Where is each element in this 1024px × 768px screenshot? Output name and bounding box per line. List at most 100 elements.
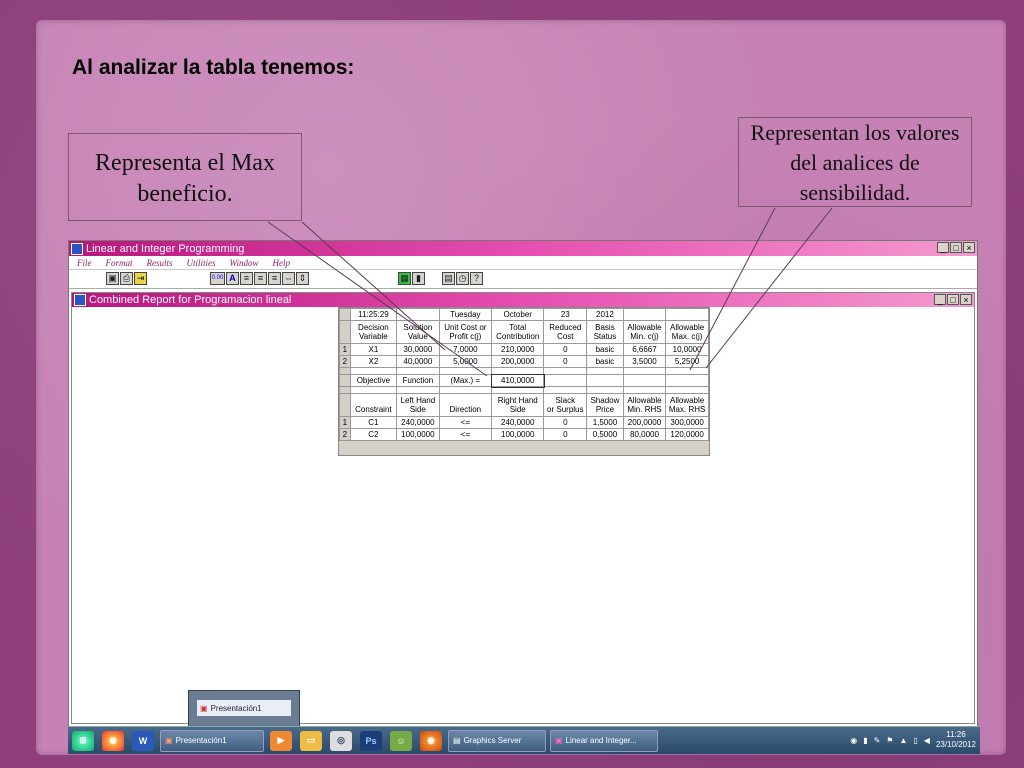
maximize-button[interactable]: □ [950, 242, 962, 253]
clock[interactable]: 11:26 23/10/2012 [936, 730, 976, 750]
table-icon[interactable]: ▤ [442, 272, 455, 285]
start-button-icon[interactable]: ⊞ [72, 730, 94, 751]
disc-icon[interactable]: ◎ [330, 730, 352, 751]
objective-label-cell[interactable]: Objective [349, 374, 398, 387]
table-cell[interactable]: X2 [349, 355, 398, 368]
header-cell[interactable]: Allowable Min. RHS [622, 393, 667, 417]
header-cell[interactable]: Constraint [349, 393, 398, 417]
header-cell[interactable]: Allowable Max. c(j) [665, 320, 709, 344]
table-cell[interactable]: <= [438, 428, 493, 441]
table-cell[interactable]: C2 [349, 428, 398, 441]
day-cell[interactable]: 23 [543, 308, 588, 321]
table-cell[interactable]: 100,0000 [490, 428, 545, 441]
table-cell[interactable]: 6,6667 [622, 343, 667, 356]
tray-battery-icon[interactable]: ▯ [913, 736, 917, 745]
table-cell[interactable]: 0 [543, 428, 588, 441]
date-blank-cell[interactable] [396, 308, 440, 321]
date-blank-cell[interactable] [665, 308, 709, 321]
table-cell[interactable]: 40,0000 [396, 355, 440, 368]
table-cell[interactable]: 0,5000 [586, 428, 624, 441]
report-minimize-button[interactable]: _ [934, 294, 946, 305]
time-cell[interactable]: 11:25:29 [349, 308, 398, 321]
table-cell[interactable]: basic [586, 343, 624, 356]
word-icon[interactable]: W [132, 730, 154, 751]
chrome-icon[interactable]: ◉ [102, 730, 124, 751]
table-cell[interactable]: X1 [349, 343, 398, 356]
table-cell[interactable]: 120,0000 [665, 428, 709, 441]
table-cell[interactable]: 7,0000 [438, 343, 493, 356]
task-button-presentation[interactable]: ▣ Presentación1 [160, 729, 264, 752]
task-button-graphics[interactable]: ▤ Graphics Server [448, 729, 546, 752]
table-cell[interactable]: 1,5000 [586, 416, 624, 429]
tray-flag-icon[interactable]: ⚑ [886, 736, 893, 745]
table-cell[interactable]: 210,0000 [490, 343, 545, 356]
header-cell[interactable]: Direction [438, 393, 493, 417]
tray-network-icon[interactable]: ▲ [899, 736, 907, 745]
table-cell[interactable]: 10,0000 [665, 343, 709, 356]
table-cell[interactable]: 240,0000 [490, 416, 545, 429]
table-cell[interactable]: 100,0000 [396, 428, 440, 441]
close-button[interactable]: × [963, 242, 975, 253]
exit-icon[interactable]: ⇥ [134, 272, 147, 285]
menu-format[interactable]: Format [106, 258, 133, 268]
header-cell[interactable]: Basis Status [586, 320, 624, 344]
menu-help[interactable]: Help [273, 258, 291, 268]
header-cell[interactable]: Decision Variable [349, 320, 398, 344]
table-cell[interactable]: basic [586, 355, 624, 368]
table-cell[interactable]: 200,0000 [490, 355, 545, 368]
bar-chart-icon[interactable]: ▮ [412, 272, 425, 285]
column-width-icon[interactable]: ⇔ [282, 272, 295, 285]
menu-results[interactable]: Results [147, 258, 173, 268]
decimal-button[interactable]: 0.00 [210, 272, 225, 285]
menu-utilities[interactable]: Utilities [187, 258, 216, 268]
header-cell[interactable]: Solution Value [396, 320, 440, 344]
menu-file[interactable]: File [77, 258, 92, 268]
weekday-cell[interactable]: Tuesday [438, 308, 493, 321]
table-cell[interactable]: 5,2500 [665, 355, 709, 368]
taskbar-thumbnail[interactable]: ▣ Presentación1 [188, 690, 300, 728]
align-right-icon[interactable]: ≡ [268, 272, 281, 285]
header-cell[interactable]: Total Contribution [490, 320, 545, 344]
header-cell[interactable]: Right Hand Side [490, 393, 545, 417]
header-cell[interactable]: Reduced Cost [543, 320, 588, 344]
date-blank-cell[interactable] [622, 308, 667, 321]
media-player-icon[interactable]: ▶ [270, 730, 292, 751]
header-cell[interactable]: Allowable Min. c(j) [622, 320, 667, 344]
header-cell[interactable]: Slack or Surplus [543, 393, 588, 417]
table-cell[interactable]: 80,0000 [622, 428, 667, 441]
header-cell[interactable]: Unit Cost or Profit c(j) [438, 320, 493, 344]
save-icon[interactable]: ▣ [106, 272, 119, 285]
tray-usb-icon[interactable]: ▮ [863, 736, 867, 745]
table-cell[interactable]: 200,0000 [622, 416, 667, 429]
firefox-icon[interactable]: ◉ [420, 730, 442, 751]
thumbnail-item[interactable]: ▣ Presentación1 [197, 700, 291, 716]
report-close-button[interactable]: × [960, 294, 972, 305]
table-cell[interactable]: 5,0000 [438, 355, 493, 368]
app-titlebar[interactable]: Linear and Integer Programming _ □ × [69, 241, 977, 256]
month-cell[interactable]: October [490, 308, 545, 321]
table-cell[interactable]: 0 [543, 416, 588, 429]
task-button-linear[interactable]: ▣ Linear and Integer... [550, 729, 658, 752]
table-cell[interactable]: 300,0000 [665, 416, 709, 429]
grid-icon[interactable]: ▦ [398, 272, 411, 285]
table-cell[interactable]: 3,5000 [622, 355, 667, 368]
objective-label-cell[interactable]: Function [396, 374, 440, 387]
font-button[interactable]: A [226, 272, 239, 285]
minimize-button[interactable]: _ [937, 242, 949, 253]
header-cell[interactable]: Shadow Price [586, 393, 624, 417]
people-icon[interactable]: ☺ [390, 730, 412, 751]
align-center-icon[interactable]: ≡ [254, 272, 267, 285]
table-cell[interactable]: C1 [349, 416, 398, 429]
year-cell[interactable]: 2012 [586, 308, 624, 321]
table-cell[interactable]: 30,0000 [396, 343, 440, 356]
objective-value-cell[interactable]: 410,0000 [490, 373, 545, 388]
folder-icon[interactable]: ▭ [300, 730, 322, 751]
tray-app-icon[interactable]: ◉ [850, 736, 857, 745]
clock-icon[interactable]: ◷ [456, 272, 469, 285]
tray-volume-icon[interactable]: ◀ [924, 736, 930, 745]
table-cell[interactable]: 0 [543, 355, 588, 368]
photoshop-icon[interactable]: Ps [360, 730, 382, 751]
help-icon[interactable]: ? [470, 272, 483, 285]
table-cell[interactable]: <= [438, 416, 493, 429]
align-left-icon[interactable]: ≡ [240, 272, 253, 285]
